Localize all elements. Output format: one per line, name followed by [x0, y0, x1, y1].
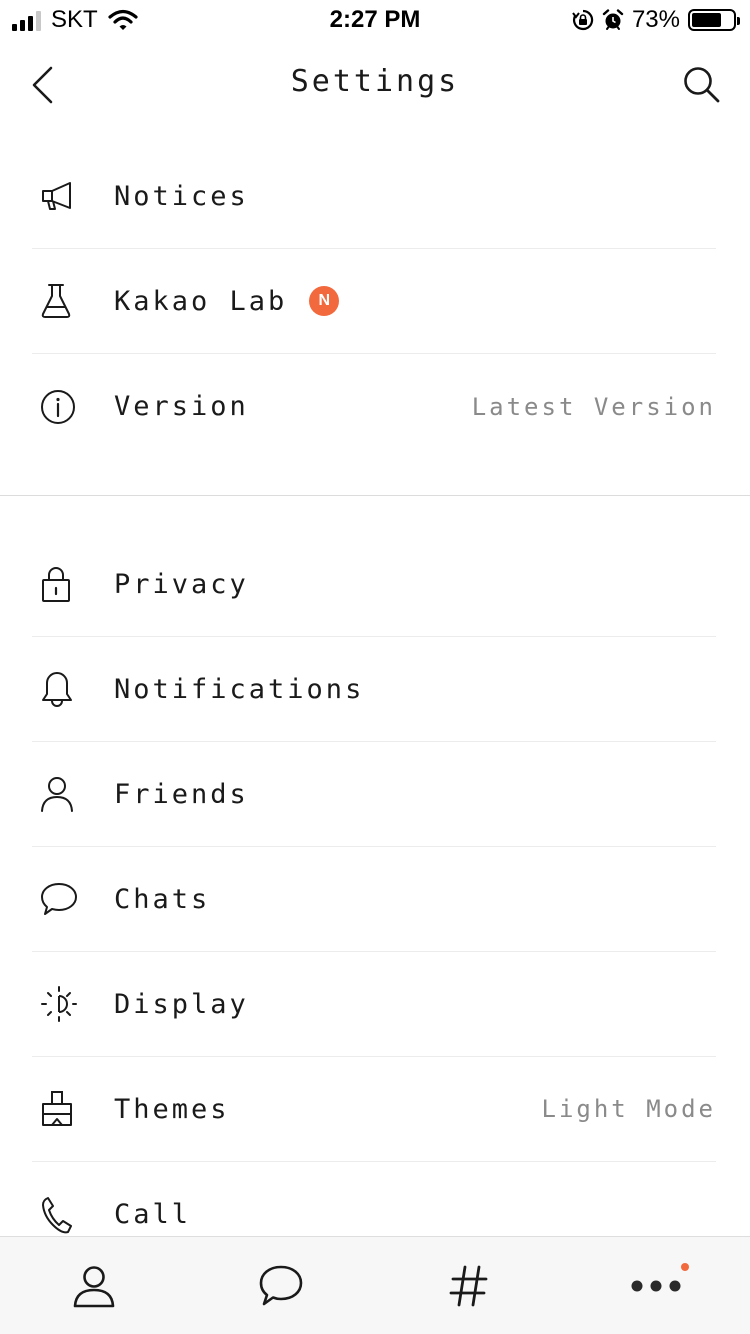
settings-row-version[interactable]: Version Latest Version — [32, 354, 716, 459]
version-status-value: Latest Version — [471, 392, 716, 421]
hashtag-icon — [449, 1265, 488, 1306]
status-bar: SKT 2:27 PM 73% — [0, 0, 750, 40]
theme-mode-value: Light Mode — [541, 1095, 716, 1123]
person-icon — [32, 774, 88, 814]
paint-brush-icon — [32, 1089, 88, 1129]
settings-row-label: Display — [114, 988, 249, 1020]
alarm-icon — [602, 9, 624, 31]
battery-percent: 73% — [631, 6, 680, 33]
info-icon — [32, 387, 88, 427]
settings-row-notices[interactable]: Notices — [32, 144, 716, 249]
orientation-lock-icon — [572, 9, 594, 31]
lock-icon — [32, 564, 88, 604]
settings-section-general: Notices Kakao Lab N Version Latest Versi… — [0, 144, 750, 459]
bottom-tab-bar — [0, 1236, 750, 1334]
tab-chats[interactable] — [188, 1237, 376, 1334]
person-icon — [73, 1265, 115, 1307]
bell-icon — [32, 669, 88, 709]
tab-friends[interactable] — [0, 1237, 188, 1334]
new-indicator-dot — [680, 1263, 689, 1271]
search-icon — [684, 67, 720, 103]
tab-more[interactable] — [563, 1237, 750, 1334]
settings-row-display[interactable]: Display — [32, 952, 716, 1057]
settings-row-chats[interactable]: Chats — [32, 847, 716, 952]
phone-icon — [32, 1195, 88, 1235]
settings-row-themes[interactable]: Themes Light Mode — [32, 1057, 716, 1162]
flask-icon — [32, 281, 88, 321]
tab-view[interactable] — [375, 1237, 563, 1334]
settings-row-label: Version — [114, 391, 249, 422]
chat-bubble-icon — [259, 1265, 303, 1305]
settings-row-kakao-lab[interactable]: Kakao Lab N — [32, 249, 716, 354]
settings-row-notifications[interactable]: Notifications — [32, 637, 716, 742]
settings-row-label: Themes — [114, 1093, 230, 1125]
sun-icon — [32, 984, 88, 1024]
battery-icon — [688, 9, 740, 31]
search-button[interactable] — [680, 60, 724, 110]
settings-row-label: Chats — [114, 883, 211, 915]
settings-row-privacy[interactable]: Privacy — [32, 532, 716, 637]
settings-row-label: Call — [114, 1199, 192, 1230]
megaphone-icon — [32, 176, 88, 216]
chat-bubble-icon — [32, 879, 88, 919]
settings-row-label: Notices — [114, 180, 249, 212]
settings-row-label: Kakao Lab — [114, 285, 288, 317]
nav-header: Settings — [0, 40, 750, 130]
new-badge: N — [309, 286, 340, 316]
battery-level-fill — [692, 13, 722, 27]
page-title: Settings — [290, 64, 460, 99]
settings-row-friends[interactable]: Friends — [32, 742, 716, 847]
settings-row-label: Friends — [114, 778, 249, 810]
settings-row-label: Privacy — [114, 568, 249, 600]
more-dots-icon — [631, 1280, 681, 1291]
section-divider — [0, 495, 750, 496]
status-right: 73% — [572, 6, 740, 34]
settings-section-preferences: Privacy Notifications Friends Chats Disp… — [0, 532, 750, 1267]
settings-row-label: Notifications — [114, 673, 365, 705]
